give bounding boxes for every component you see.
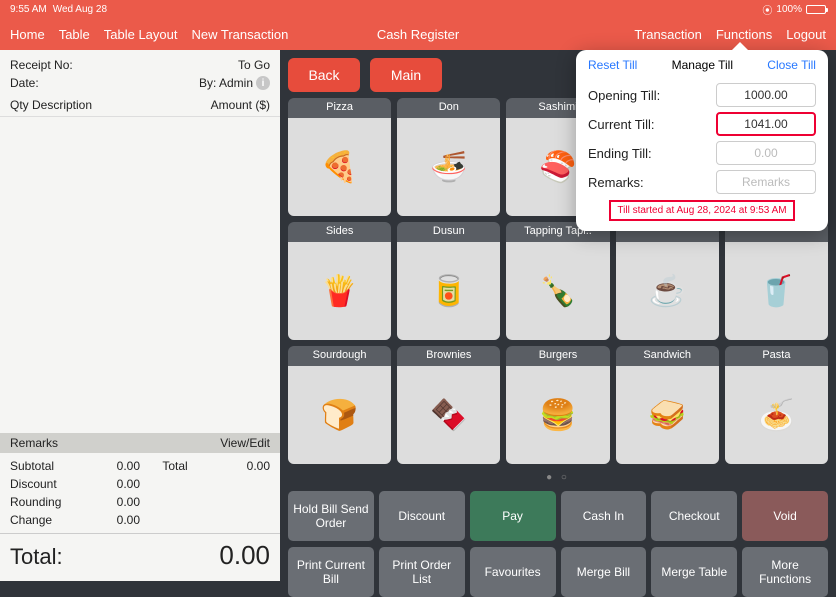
- receipt-type: To Go: [238, 56, 270, 74]
- page-indicator: ● ○: [288, 472, 828, 483]
- menu-image: 🥤: [725, 242, 828, 340]
- opening-till-label: Opening Till:: [588, 88, 660, 103]
- menu-label: Sides: [288, 222, 391, 242]
- total-row: Subtotal0.00Total0.00: [10, 457, 270, 475]
- receipt-lines: [0, 117, 280, 433]
- menu-item-pasta[interactable]: Pasta🍝: [725, 346, 828, 464]
- favourites-button[interactable]: Favourites: [470, 547, 556, 597]
- menu-label: Brownies: [397, 346, 500, 366]
- menu-image: 🍝: [725, 366, 828, 464]
- menu-item-don[interactable]: Don🍜: [397, 98, 500, 216]
- battery-pct: 100%: [776, 4, 802, 15]
- status-bar: 9:55 AM Wed Aug 28 ⦿ 100%: [0, 0, 836, 18]
- total-row: Rounding0.00: [10, 493, 270, 511]
- nav-logout[interactable]: Logout: [786, 27, 826, 42]
- date-label: Date:: [10, 74, 39, 92]
- menu-image: 🥫: [397, 242, 500, 340]
- menu-label: Don: [397, 98, 500, 118]
- menu-label: Sourdough: [288, 346, 391, 366]
- total-row: Discount0.00: [10, 475, 270, 493]
- void-button[interactable]: Void: [742, 491, 828, 541]
- menu-item-pizza[interactable]: Pizza🍕: [288, 98, 391, 216]
- nav-functions[interactable]: Functions: [716, 27, 772, 42]
- nav-bar: Home Table Table Layout New Transaction Cas…: [0, 18, 836, 50]
- wifi-icon: ⦿: [762, 2, 772, 17]
- qty-desc-header: Qty Description: [10, 98, 92, 112]
- status-time: 9:55 AM: [10, 4, 47, 15]
- info-icon[interactable]: i: [256, 76, 270, 90]
- by-label: By: Admin: [199, 74, 253, 92]
- nav-table[interactable]: Table: [59, 27, 90, 42]
- menu-image: 🥪: [616, 366, 719, 464]
- print-current-bill-button[interactable]: Print Current Bill: [288, 547, 374, 597]
- menu-item-brownies[interactable]: Brownies🍫: [397, 346, 500, 464]
- menu-label: Sandwich: [616, 346, 719, 366]
- manage-till-tab[interactable]: Manage Till: [672, 58, 733, 72]
- current-till-input[interactable]: [716, 112, 816, 136]
- remarks-label: Remarks: [10, 436, 58, 450]
- remarks-field-label: Remarks:: [588, 175, 644, 190]
- close-till-tab[interactable]: Close Till: [767, 58, 816, 72]
- menu-label: Dusun: [397, 222, 500, 242]
- total-label: Total:: [10, 544, 63, 570]
- opening-till-input[interactable]: [716, 83, 816, 107]
- menu-item-dusun[interactable]: Dusun🥫: [397, 222, 500, 340]
- current-till-label: Current Till:: [588, 117, 654, 132]
- amount-header: Amount ($): [211, 98, 270, 112]
- receipt-no-label: Receipt No:: [10, 56, 73, 74]
- menu-item-item[interactable]: 🥤: [725, 222, 828, 340]
- menu-item-item[interactable]: ☕: [616, 222, 719, 340]
- remarks-input[interactable]: [716, 170, 816, 194]
- menu-item-sides[interactable]: Sides🍟: [288, 222, 391, 340]
- view-edit-link[interactable]: View/Edit: [220, 436, 270, 450]
- till-started-note: Till started at Aug 28, 2024 at 9:53 AM: [609, 200, 794, 221]
- ending-till-label: Ending Till:: [588, 146, 652, 161]
- menu-image: 🍔: [506, 366, 609, 464]
- menu-item-sandwich[interactable]: Sandwich🥪: [616, 346, 719, 464]
- ending-till-input[interactable]: [716, 141, 816, 165]
- nav-home[interactable]: Home: [10, 27, 45, 42]
- discount-button[interactable]: Discount: [379, 491, 465, 541]
- menu-image: 🍾: [506, 242, 609, 340]
- main-button[interactable]: Main: [370, 58, 442, 92]
- menu-label: Pasta: [725, 346, 828, 366]
- pay-button[interactable]: Pay: [470, 491, 556, 541]
- status-date: Wed Aug 28: [53, 4, 107, 15]
- menu-image: 🍕: [288, 118, 391, 216]
- nav-table-layout[interactable]: Table Layout: [104, 27, 178, 42]
- receipt-panel: Receipt No: To Go Date: By: Admin i Qty …: [0, 50, 280, 581]
- battery-icon: [806, 5, 826, 14]
- nav-new-transaction[interactable]: New Transaction: [192, 27, 289, 42]
- total-row: Change0.00: [10, 511, 270, 529]
- till-popover: Reset Till Manage Till Close Till Openin…: [576, 50, 828, 231]
- merge-table-button[interactable]: Merge Table: [651, 547, 737, 597]
- cash-in-button[interactable]: Cash In: [561, 491, 647, 541]
- menu-image: 🍟: [288, 242, 391, 340]
- back-button[interactable]: Back: [288, 58, 360, 92]
- checkout-button[interactable]: Checkout: [651, 491, 737, 541]
- menu-image: ☕: [616, 242, 719, 340]
- print-order-list-button[interactable]: Print Order List: [379, 547, 465, 597]
- more-functions-button[interactable]: More Functions: [742, 547, 828, 597]
- total-value: 0.00: [219, 540, 270, 571]
- nav-title: Cash Register: [377, 27, 459, 42]
- menu-image: 🍫: [397, 366, 500, 464]
- menu-image: 🍞: [288, 366, 391, 464]
- menu-item-tapping-tapi-[interactable]: Tapping Tapi..🍾: [506, 222, 609, 340]
- reset-till-tab[interactable]: Reset Till: [588, 58, 637, 72]
- menu-item-burgers[interactable]: Burgers🍔: [506, 346, 609, 464]
- menu-label: Burgers: [506, 346, 609, 366]
- hold-bill-send-order-button[interactable]: Hold Bill Send Order: [288, 491, 374, 541]
- menu-item-sourdough[interactable]: Sourdough🍞: [288, 346, 391, 464]
- menu-image: 🍜: [397, 118, 500, 216]
- merge-bill-button[interactable]: Merge Bill: [561, 547, 647, 597]
- menu-label: Pizza: [288, 98, 391, 118]
- nav-transaction[interactable]: Transaction: [634, 27, 701, 42]
